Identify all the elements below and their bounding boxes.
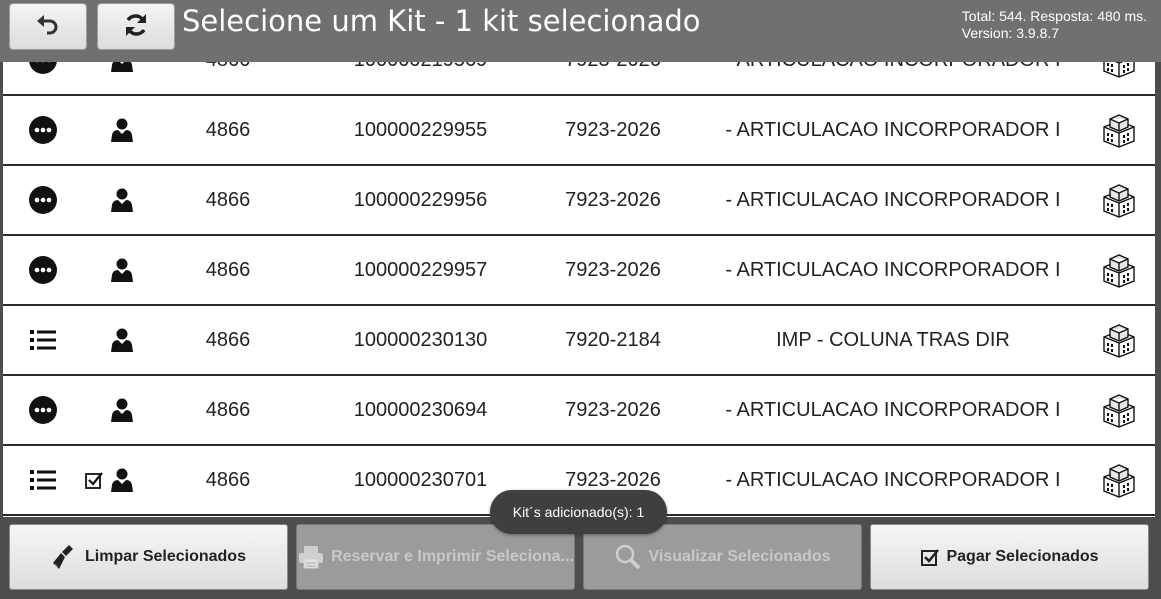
checkbox-checked-icon[interactable] [83,446,105,514]
row-reference: 7923-2026 [543,62,683,94]
kit-boxes-icon[interactable] [1099,62,1139,94]
checkbox-checked-icon [920,547,940,567]
broom-icon [51,543,79,571]
row-description: - ARTICULACAO INCORPORADOR I [725,258,1061,281]
list-icon[interactable] [28,306,58,374]
user-icon[interactable] [107,96,137,164]
magnifier-icon [614,543,642,571]
row-reference: 7920-2184 [565,328,661,351]
user-icon[interactable] [107,376,137,444]
table-row[interactable]: 4866 100000230694 7923-2026 - ARTICULACAO I… [3,376,1155,446]
view-selected-label: Visualizar Selecionados [648,548,831,565]
refresh-button[interactable] [97,3,175,50]
table-row[interactable]: 4866 100000229955 7923-2026 - ARTICULACAO I… [3,96,1155,166]
row-number: 100000229957 [353,258,488,281]
row-code: 4866 [205,328,251,351]
more-options-icon[interactable] [28,166,58,234]
clear-selected-label: Limpar Selecionados [85,548,246,565]
row-code: 4866 [205,188,251,211]
row-number: 100000229956 [353,188,488,211]
more-options-icon[interactable] [28,376,58,444]
user-icon[interactable] [107,236,137,304]
row-reference: 7923-2026 [565,258,661,281]
user-icon[interactable] [107,166,137,234]
row-reference: 7923-2026 [565,188,661,211]
row-description: - ARTICULACAO INCORPORADOR I [725,468,1061,491]
page-title: Selecione um Kit - 1 kit selecionado [182,4,701,38]
undo-icon [35,12,61,42]
status-total: Total: 544. Resposta: 480 ms. [961,8,1147,24]
row-description: - ARTICULACAO INCORPORADOR I [725,188,1061,211]
user-icon[interactable] [107,446,137,514]
back-button[interactable] [9,3,87,50]
row-number: 100000230694 [353,398,488,421]
row-number: 100000230701 [353,468,488,491]
status-version: Version: 3.9.8.7 [961,25,1060,41]
table-row[interactable]: 4866 100000230130 7920-2184 IMP - COLUNA TR… [3,306,1155,376]
user-icon[interactable] [107,306,137,374]
printer-icon [297,544,325,570]
more-options-icon[interactable] [28,96,58,164]
row-number: 100000230130 [353,328,488,351]
row-number: 100000219569 [333,62,508,94]
row-code: 4866 [205,468,251,491]
row-description: - ARTICULACAO INCORPORADOR I [703,62,1083,94]
table-row[interactable]: 4866 100000229957 7923-2026 - ARTICULACAO I… [3,236,1155,306]
row-description: IMP - COLUNA TRAS DIR [776,328,1010,351]
user-icon[interactable] [107,62,137,94]
kit-boxes-icon[interactable] [1099,96,1139,164]
pay-selected-label: Pagar Selecionados [946,548,1099,565]
row-number: 100000229955 [353,118,488,141]
list-icon[interactable] [28,446,58,514]
kit-boxes-icon[interactable] [1099,376,1139,444]
more-options-icon[interactable] [28,236,58,304]
row-code: 4866 [183,62,273,94]
kit-boxes-icon[interactable] [1099,236,1139,304]
clear-selected-button[interactable]: Limpar Selecionados [9,524,288,590]
kit-list[interactable]: 4866 100000219569 7923-2026 - ARTICULACAO I… [3,62,1155,517]
row-description: - ARTICULACAO INCORPORADOR I [725,398,1061,421]
kit-boxes-icon[interactable] [1099,446,1139,514]
row-description: - ARTICULACAO INCORPORADOR I [725,118,1061,141]
table-row[interactable]: 4866 100000229956 7923-2026 - ARTICULACAO I… [3,166,1155,236]
reserve-print-label: Reservar e Imprimir Seleciona... [331,548,574,565]
row-reference: 7923-2026 [565,398,661,421]
kit-boxes-icon[interactable] [1099,166,1139,234]
pay-selected-button[interactable]: Pagar Selecionados [870,524,1149,590]
top-bar: Selecione um Kit - 1 kit selecionado Tot… [0,0,1161,62]
table-row[interactable]: 4866 100000219569 7923-2026 - ARTICULACAO I… [3,62,1155,96]
row-code: 4866 [205,258,251,281]
row-code: 4866 [205,398,251,421]
row-code: 4866 [205,118,251,141]
toast-message: Kit´s adicionado(s): 1 [490,490,667,534]
status-info: Total: 544. Resposta: 480 ms. Version: 3… [962,8,1147,42]
kit-boxes-icon[interactable] [1099,306,1139,374]
row-reference: 7923-2026 [565,118,661,141]
refresh-icon [122,11,150,43]
more-options-icon[interactable] [28,62,58,94]
